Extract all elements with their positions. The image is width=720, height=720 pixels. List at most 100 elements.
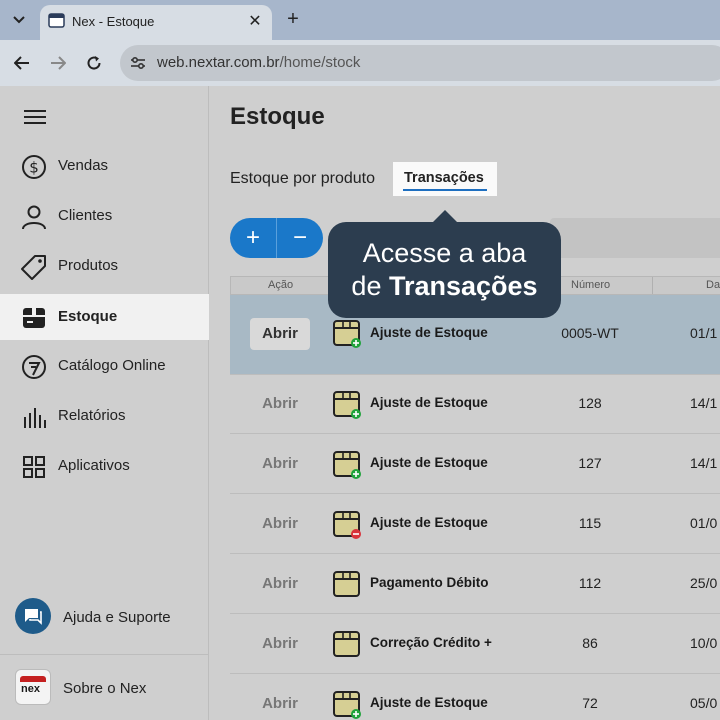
user-icon [22, 205, 46, 230]
transaction-date: 01/1 [690, 325, 718, 341]
forward-button[interactable] [47, 52, 69, 74]
transaction-type: Ajuste de Estoque [370, 455, 488, 470]
open-button[interactable]: Abrir [250, 568, 310, 600]
back-button[interactable] [11, 52, 33, 74]
remove-button[interactable]: − [277, 218, 323, 258]
url-bar[interactable]: web.nextar.com.br/home/stock [120, 45, 720, 81]
box-icon [23, 308, 45, 328]
new-tab-button[interactable]: + [282, 8, 304, 30]
callout-line-2-bold: Transações [388, 271, 538, 301]
toolbar-field [550, 218, 720, 258]
add-button[interactable]: + [230, 218, 276, 258]
tab-transacoes[interactable]: Transações [393, 162, 497, 196]
reload-button[interactable] [83, 52, 105, 74]
stock-in-box-icon [333, 391, 361, 419]
page-title: Estoque [230, 103, 325, 130]
open-button[interactable]: Abrir [250, 508, 310, 540]
column-header-data: Dat [706, 279, 720, 291]
stock-out-box-icon [333, 511, 361, 539]
sidebar-item-relatorios[interactable]: Relatórios [0, 393, 209, 439]
transaction-date: 01/0 [690, 515, 718, 531]
table-row[interactable]: Abrir Ajuste de Estoque 127 14/1 [230, 434, 720, 494]
transaction-type: Ajuste de Estoque [370, 395, 488, 410]
column-header-numero: Número [571, 279, 611, 291]
transaction-type: Pagamento Débito [370, 575, 489, 590]
open-button[interactable]: Abrir [250, 318, 310, 350]
column-divider [652, 277, 653, 294]
box-icon [333, 631, 360, 657]
open-button[interactable]: Abrir [250, 688, 310, 720]
browser-tab[interactable]: Nex - Estoque ✕ [40, 5, 272, 40]
transaction-number: 72 [582, 695, 598, 711]
sidebar-item-label: Aplicativos [58, 457, 130, 474]
sidebar-item-label: Catálogo Online [58, 357, 166, 374]
sidebar-item-label: Vendas [58, 157, 109, 174]
add-remove-button-group: + − [230, 218, 323, 258]
nex-logo-text: nex [21, 683, 40, 695]
sidebar: $ Vendas Clientes Produtos Estoque Catál… [0, 86, 209, 720]
table-row[interactable]: Abrir Ajuste de Estoque 72 05/0 [230, 674, 720, 720]
callout-line-2: de Transações [328, 271, 561, 302]
transaction-date: 10/0 [690, 635, 718, 651]
transaction-number: 115 [578, 515, 602, 531]
sidebar-item-label: Produtos [58, 257, 119, 274]
box-favicon-icon [48, 13, 65, 28]
sidebar-divider [0, 654, 209, 655]
sidebar-item-catalogo-online[interactable]: Catálogo Online [0, 343, 209, 389]
about-nex-label: Sobre o Nex [63, 680, 147, 697]
transaction-number: 127 [578, 455, 602, 471]
dollar-circle-icon: $ [22, 155, 46, 179]
apps-grid-icon [23, 456, 45, 478]
bar-chart-icon [24, 408, 46, 428]
browser-tab-bar: Nex - Estoque ✕ + [0, 0, 720, 40]
sidebar-item-aplicativos[interactable]: Aplicativos [0, 443, 209, 489]
stock-in-box-icon [333, 691, 361, 719]
column-header-acao: Ação [268, 279, 294, 291]
stock-in-box-icon [333, 320, 361, 348]
menu-icon[interactable] [24, 110, 46, 126]
transaction-number: 112 [578, 575, 602, 591]
table-row[interactable]: Abrir Ajuste de Estoque 115 01/0 [230, 494, 720, 554]
sidebar-item-clientes[interactable]: Clientes [0, 193, 209, 239]
table-row[interactable]: Abrir Ajuste de Estoque 128 14/1 [230, 374, 720, 434]
nex-logo: nex [15, 669, 51, 705]
transaction-date: 14/1 [690, 455, 718, 471]
url-host: web.nextar.com.br [157, 54, 280, 71]
catalog-icon [22, 355, 46, 379]
tab-estoque-por-produto[interactable]: Estoque por produto [230, 170, 375, 188]
about-nex-link[interactable]: nex Sobre o Nex [15, 669, 205, 709]
transaction-number: 0005-WT [561, 325, 619, 341]
arrow-right-icon [51, 56, 66, 70]
main-content: Estoque Estoque por produto Transações +… [210, 86, 720, 720]
arrow-left-icon [14, 56, 29, 70]
close-tab-icon[interactable]: ✕ [246, 11, 264, 30]
tab-search-button[interactable] [8, 9, 30, 31]
svg-text:$: $ [29, 159, 39, 177]
browser-tab-title: Nex - Estoque [72, 14, 155, 29]
site-settings-icon[interactable] [130, 55, 146, 71]
transaction-type: Ajuste de Estoque [370, 695, 488, 710]
chat-icon [15, 598, 51, 634]
table-row[interactable]: Abrir Pagamento Débito 112 25/0 [230, 554, 720, 614]
sidebar-item-produtos[interactable]: Produtos [0, 243, 209, 289]
transaction-date: 14/1 [690, 395, 718, 411]
open-button[interactable]: Abrir [250, 388, 310, 420]
box-icon [333, 571, 360, 597]
tab-active-underline [403, 189, 487, 191]
sidebar-item-vendas[interactable]: $ Vendas [0, 143, 209, 189]
browser-toolbar: web.nextar.com.br/home/stock [0, 40, 720, 86]
help-support-link[interactable]: Ajuda e Suporte [15, 598, 205, 638]
open-button[interactable]: Abrir [250, 628, 310, 660]
callout-line-1: Acesse a aba [362, 238, 527, 268]
help-support-label: Ajuda e Suporte [63, 609, 171, 626]
sidebar-item-label: Clientes [58, 207, 113, 224]
sidebar-item-estoque[interactable]: Estoque [0, 294, 209, 340]
transaction-type: Ajuste de Estoque [370, 325, 488, 340]
tutorial-callout: Acesse a aba de Transações [328, 210, 561, 318]
sidebar-item-label: Relatórios [58, 407, 126, 424]
table-row[interactable]: Abrir Correção Crédito + 86 10/0 [230, 614, 720, 674]
reload-icon [87, 56, 101, 70]
transaction-type: Ajuste de Estoque [370, 515, 488, 530]
transaction-date: 05/0 [690, 695, 718, 711]
open-button[interactable]: Abrir [250, 448, 310, 480]
